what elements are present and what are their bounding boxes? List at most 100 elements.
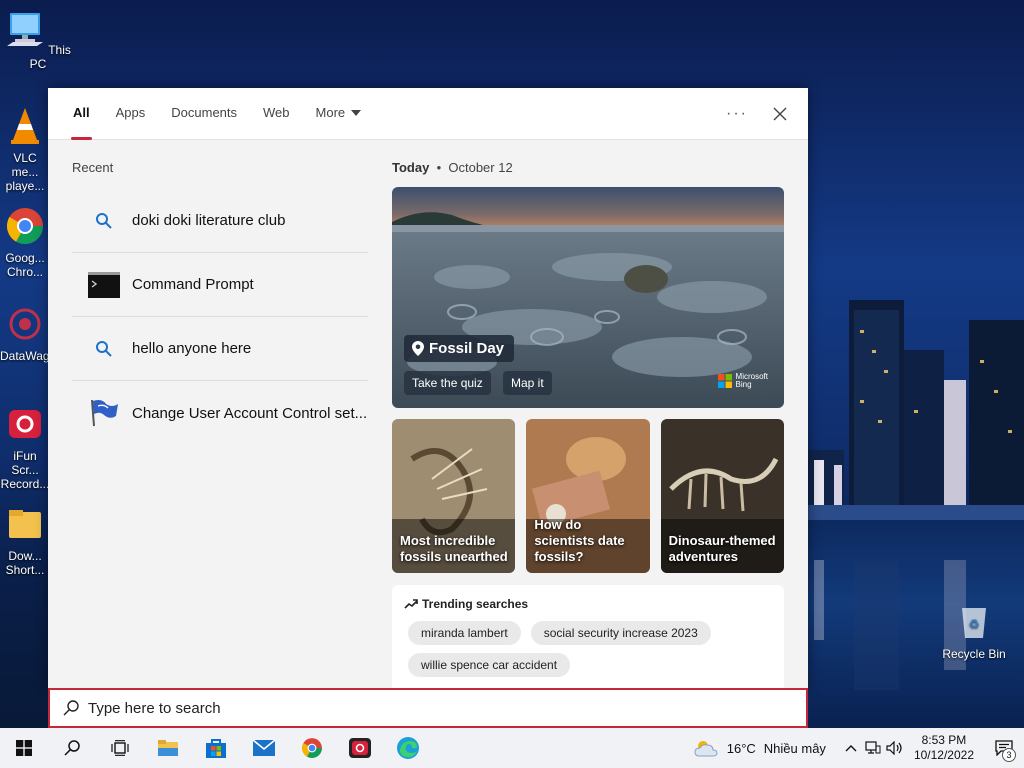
desktop-icon-label: DataWag... bbox=[0, 349, 50, 363]
close-icon bbox=[773, 107, 787, 121]
hero-title[interactable]: Fossil Day bbox=[404, 335, 515, 362]
trending-chip[interactable]: willie spence car accident bbox=[408, 653, 571, 677]
tab-web[interactable]: Web bbox=[250, 88, 303, 140]
fossil-cards: Most incredible fossils unearthed How do… bbox=[392, 419, 784, 573]
recent-item[interactable]: Command Prompt bbox=[72, 253, 368, 317]
tab-label: Apps bbox=[115, 104, 146, 120]
desktop-icon-ifun[interactable]: iFun Scr... Record... bbox=[0, 404, 50, 491]
desktop-icon-label: Recycle Bin bbox=[942, 647, 1006, 661]
clock-time: 8:53 PM bbox=[921, 733, 967, 747]
more-options-icon[interactable]: ··· bbox=[726, 105, 748, 123]
microsoft-store-button[interactable] bbox=[192, 728, 240, 768]
search-icon bbox=[63, 700, 79, 716]
today-separator: • bbox=[436, 160, 442, 175]
chevron-down-icon bbox=[351, 110, 362, 117]
search-panel: All Apps Documents Web More ··· Recent d… bbox=[48, 88, 808, 695]
chrome-taskbar-button[interactable] bbox=[288, 728, 336, 768]
show-hidden-icons-button[interactable] bbox=[840, 728, 862, 768]
fossil-day-hero[interactable]: Fossil Day Take the quiz Map it Microsof… bbox=[392, 187, 784, 408]
clock-date: 10/12/2022 bbox=[913, 748, 974, 762]
file-explorer-button[interactable] bbox=[144, 728, 192, 768]
card-date-fossils[interactable]: How do scientists date fossils? bbox=[526, 419, 650, 573]
search-taskbar-button[interactable] bbox=[48, 728, 96, 768]
edge-button[interactable] bbox=[384, 728, 432, 768]
desktop-icon-recycle-bin[interactable]: ♻ Recycle Bin bbox=[936, 600, 1012, 661]
trending-chip[interactable]: miranda lambert bbox=[408, 621, 521, 645]
search-icon bbox=[64, 740, 80, 756]
trending-arrow-icon bbox=[404, 599, 418, 609]
notifications-button[interactable]: 3 bbox=[984, 728, 1024, 768]
desktop-icon-label: VLC me... playe... bbox=[5, 151, 45, 193]
clock[interactable]: 8:53 PM 10/12/2022 bbox=[914, 733, 974, 763]
search-icon bbox=[88, 205, 120, 237]
tab-documents[interactable]: Documents bbox=[158, 88, 250, 140]
ifun-recorder-taskbar-button[interactable] bbox=[336, 728, 384, 768]
desktop-icon-this-pc[interactable]: This PC bbox=[0, 10, 76, 71]
tab-apps[interactable]: Apps bbox=[103, 88, 159, 140]
tab-label: Documents bbox=[171, 104, 238, 120]
city-skyline bbox=[794, 300, 1024, 520]
network-button[interactable] bbox=[862, 728, 884, 768]
map-it-button[interactable]: Map it bbox=[503, 371, 552, 395]
recent-item-label: Command Prompt bbox=[132, 276, 254, 293]
card-label: How do scientists date fossils? bbox=[534, 517, 625, 564]
tab-more[interactable]: More bbox=[303, 88, 375, 140]
today-section: Today • October 12 Fossil Day Take the q… bbox=[392, 160, 784, 695]
weather-description: Nhiều mây bbox=[763, 740, 826, 756]
microsoft-logo-icon bbox=[717, 374, 732, 388]
recent-section: Recent doki doki literature club Command… bbox=[72, 160, 368, 445]
desktop-icon-chrome[interactable]: Goog... Chro... bbox=[0, 206, 50, 279]
tab-label: Web bbox=[263, 104, 290, 120]
card-incredible-fossils[interactable]: Most incredible fossils unearthed bbox=[392, 419, 516, 573]
recent-item-label: hello anyone here bbox=[132, 340, 252, 357]
trending-title-text: Trending searches bbox=[422, 597, 529, 611]
volume-button[interactable] bbox=[884, 728, 906, 768]
today-date-value: October 12 bbox=[448, 160, 513, 175]
desktop-icon-download[interactable]: Dow... Short... bbox=[0, 504, 50, 577]
desktop-icon-datawag[interactable]: DataWag... bbox=[0, 304, 50, 363]
edge-icon bbox=[397, 737, 419, 759]
desktop-icon-label: Goog... Chro... bbox=[5, 251, 45, 279]
store-icon bbox=[206, 739, 226, 758]
card-dinosaur-adventures[interactable]: Dinosaur-themed adventures bbox=[660, 419, 784, 573]
bing-line2: Bing bbox=[735, 380, 752, 389]
datawag-icon bbox=[9, 308, 41, 340]
tab-all[interactable]: All bbox=[60, 88, 103, 140]
card-label: Dinosaur-themed adventures bbox=[668, 533, 776, 564]
mail-button[interactable] bbox=[240, 728, 288, 768]
search-tabs: All Apps Documents Web More ··· bbox=[48, 88, 808, 140]
mail-icon bbox=[252, 739, 276, 756]
recent-item[interactable]: hello anyone here bbox=[72, 317, 368, 381]
recent-item[interactable]: doki doki literature club bbox=[72, 189, 368, 253]
start-button[interactable] bbox=[0, 728, 48, 768]
folder-icon bbox=[9, 510, 41, 538]
close-button[interactable] bbox=[766, 100, 794, 128]
task-view-button[interactable] bbox=[96, 728, 144, 768]
weather-widget[interactable]: 16°C Nhiều mây bbox=[693, 738, 826, 758]
ifun-recorder-icon bbox=[9, 410, 41, 438]
card-label: Most incredible fossils unearthed bbox=[400, 533, 508, 564]
speaker-icon bbox=[886, 741, 902, 755]
command-prompt-icon bbox=[88, 269, 120, 301]
network-icon bbox=[865, 741, 881, 754]
trending-title: Trending searches bbox=[404, 597, 772, 611]
tab-label: More bbox=[315, 104, 346, 120]
recent-item[interactable]: Change User Account Control set... bbox=[72, 381, 368, 445]
search-input[interactable] bbox=[88, 699, 688, 717]
take-quiz-button[interactable]: Take the quiz bbox=[404, 371, 491, 395]
trending-chips: miranda lambert social security increase… bbox=[404, 621, 772, 677]
trending-chip[interactable]: social security increase 2023 bbox=[530, 621, 711, 645]
trending-searches: Trending searches miranda lambert social… bbox=[392, 585, 784, 695]
svg-text:♻: ♻ bbox=[969, 617, 980, 631]
microsoft-bing-logo: Microsoft Bing bbox=[717, 373, 768, 389]
recycle-bin-icon: ♻ bbox=[962, 608, 986, 638]
search-icon bbox=[88, 333, 120, 365]
vlc-icon bbox=[11, 108, 39, 144]
today-label: Today bbox=[392, 160, 430, 175]
windows-logo-icon bbox=[16, 740, 32, 756]
today-date: Today • October 12 bbox=[392, 160, 784, 175]
search-box[interactable] bbox=[48, 688, 808, 728]
notification-count-badge: 3 bbox=[1002, 748, 1016, 762]
desktop-icon-vlc[interactable]: VLC me... playe... bbox=[0, 106, 50, 193]
location-pin-icon bbox=[412, 341, 424, 356]
